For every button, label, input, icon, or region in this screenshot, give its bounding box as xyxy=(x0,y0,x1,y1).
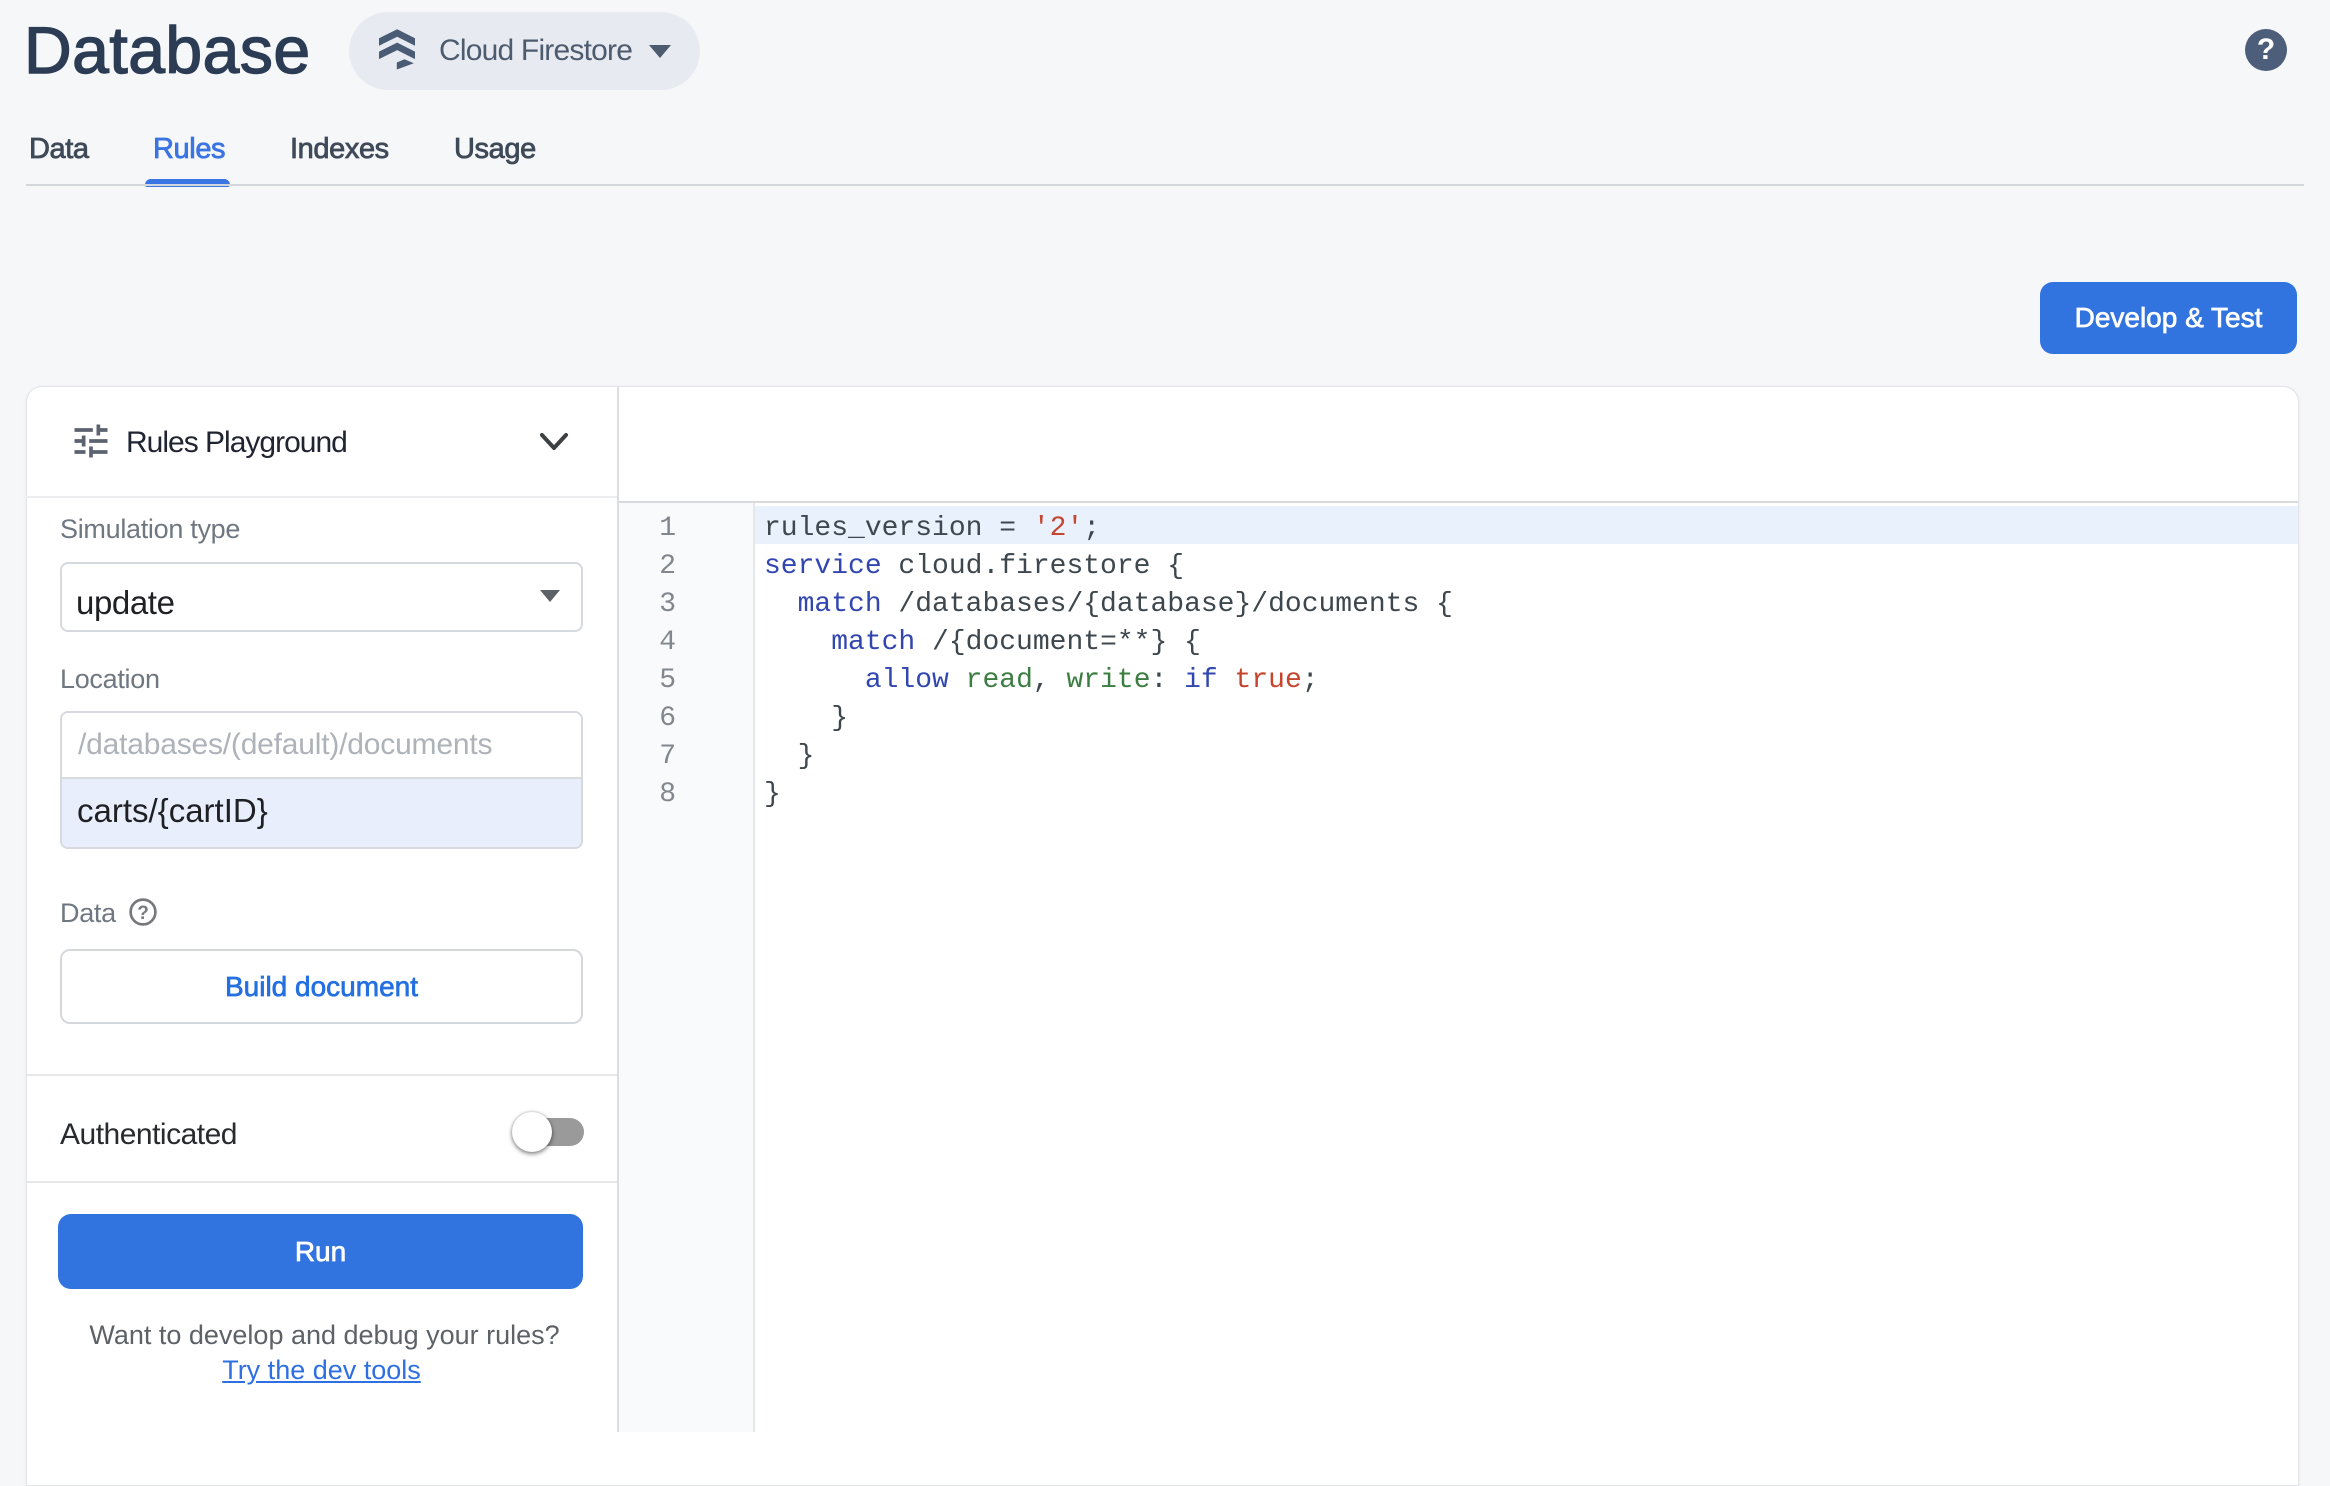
svg-text:?: ? xyxy=(137,903,149,924)
